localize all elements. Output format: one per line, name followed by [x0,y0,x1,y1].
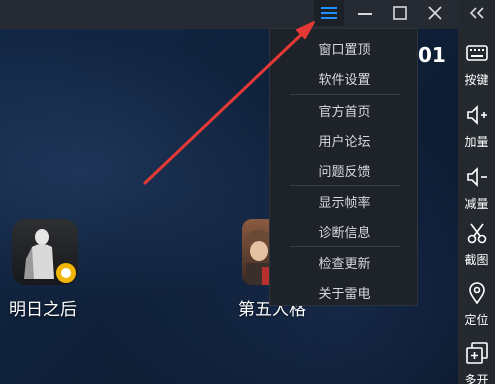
menu-item-about[interactable]: 关于雷电 [270,277,419,307]
app-icon-identity-v[interactable] [242,219,272,285]
menu-item-check-update[interactable]: 检查更新 [270,247,419,277]
toolbar-label: 定位 [464,313,489,327]
clock-text: 01 [418,43,446,67]
toolbar-label: 按键 [464,73,489,87]
app-label[interactable]: 明日之后 [9,295,77,320]
toolbar-button-volume-up[interactable]: 加量 [458,100,495,162]
toolbar-button-multi-instance[interactable]: 多开 [458,338,495,384]
close-icon[interactable] [420,0,450,26]
menu-item-show-fps[interactable]: 显示帧率 [270,186,419,216]
menu-item-feedback[interactable]: 问题反馈 [270,155,419,185]
location-pin-icon [464,280,489,305]
hamburger-menu-icon[interactable] [314,0,344,26]
toolbar-button-volume-down[interactable]: 减量 [458,162,495,224]
menu-item-official-site[interactable]: 官方首页 [270,95,419,125]
volume-down-icon [464,164,489,189]
menu-item-forum[interactable]: 用户论坛 [270,125,419,155]
toolbar-label: 截图 [464,253,489,267]
toolbar-label: 多开 [464,373,489,384]
scissors-icon [464,220,489,245]
toolbar-button-screenshot[interactable]: 截图 [458,218,495,280]
minimize-icon[interactable] [350,0,380,26]
right-toolbar: 按键 加量 减量 截图 定位 多开 [458,0,495,384]
menu-item-settings[interactable]: 软件设置 [270,63,419,93]
toolbar-button-keymap[interactable]: 按键 [458,38,495,100]
multi-window-icon [464,340,489,365]
keyboard-icon [464,40,489,65]
title-bar [0,0,458,29]
app-icon-lifeafter[interactable] [12,219,78,285]
maximize-icon[interactable] [385,0,415,26]
toolbar-label: 加量 [464,135,489,149]
menu-item-diagnostics[interactable]: 诊断信息 [270,216,419,246]
dropdown-menu: 窗口置顶 软件设置 官方首页 用户论坛 问题反馈 显示帧率 诊断信息 检查更新 … [269,28,418,306]
double-chevron-left-icon[interactable] [458,0,495,26]
volume-up-icon [464,102,489,127]
toolbar-label: 减量 [464,197,489,211]
menu-item-pin-window[interactable]: 窗口置顶 [270,33,419,63]
toolbar-button-location[interactable]: 定位 [458,278,495,340]
